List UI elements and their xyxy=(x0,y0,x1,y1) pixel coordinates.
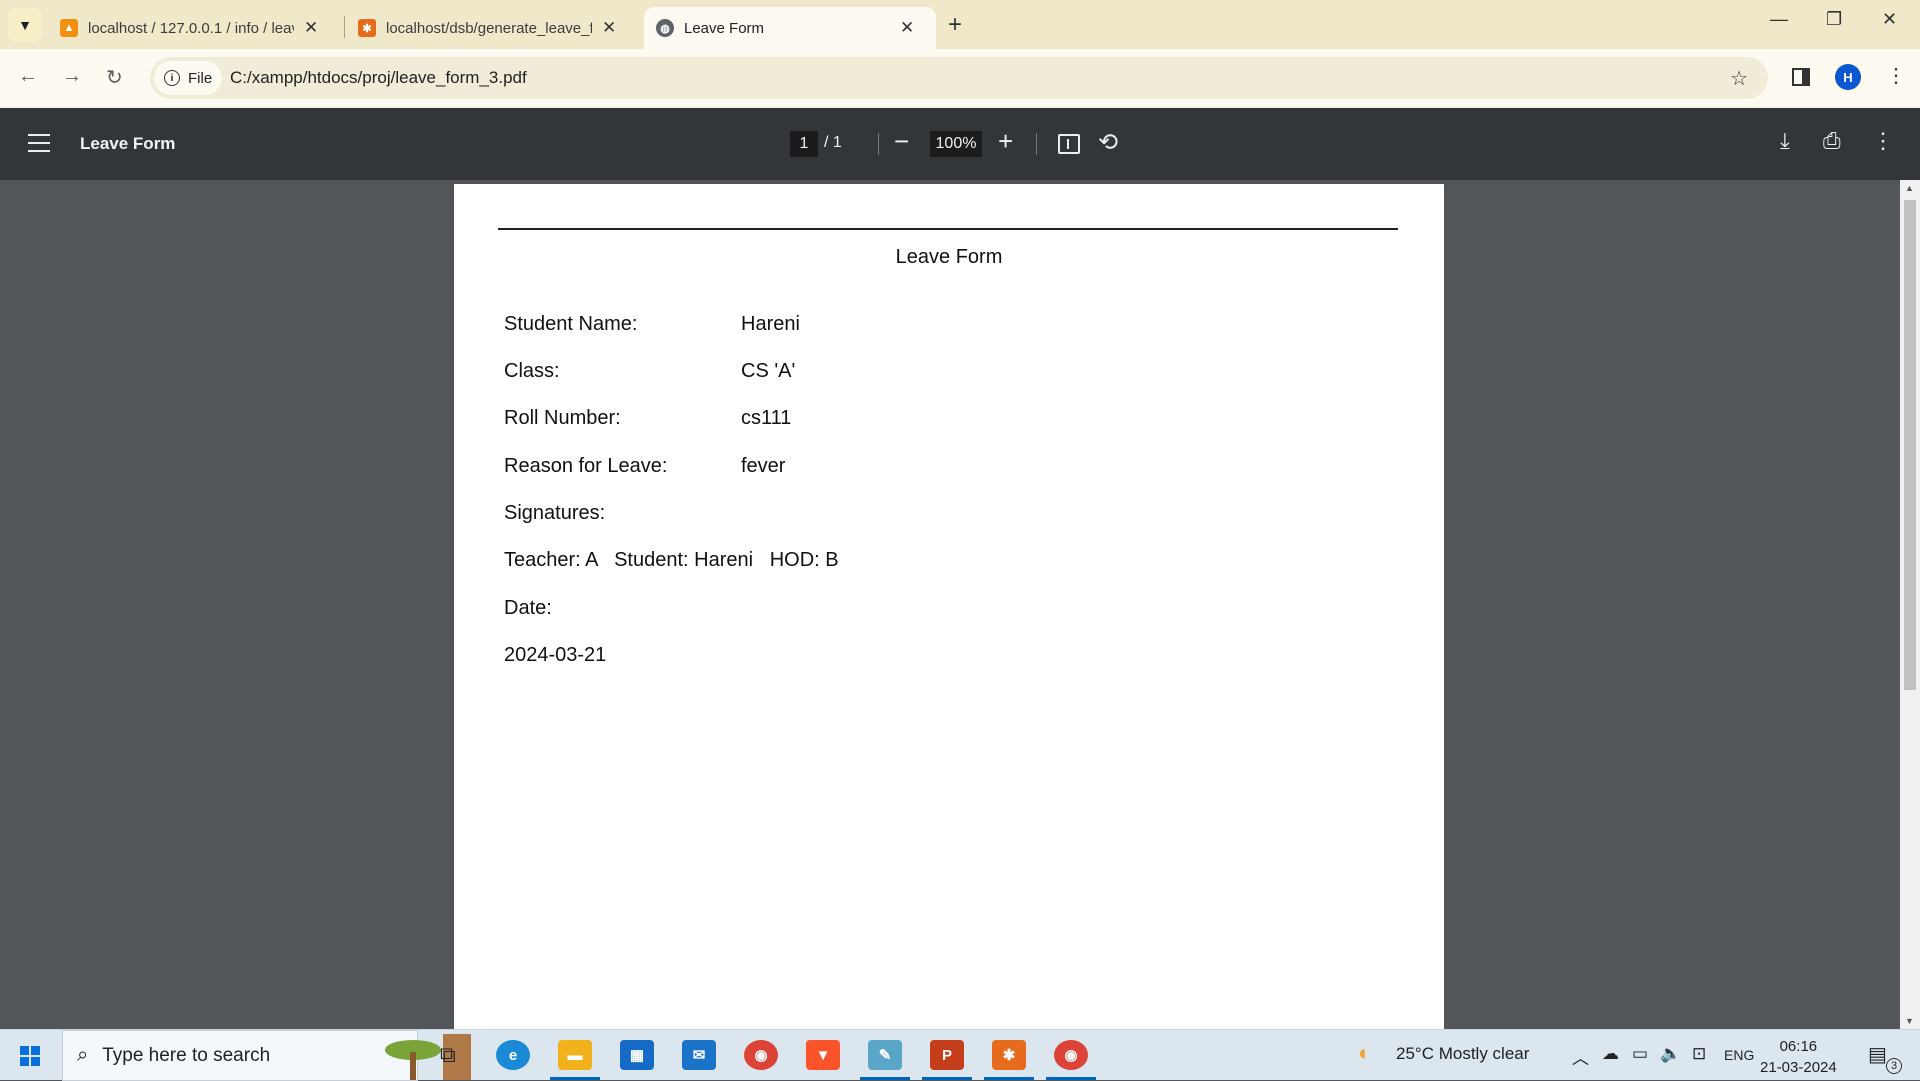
close-window-icon[interactable]: ✕ xyxy=(1882,9,1897,30)
field-value: fever xyxy=(741,455,786,477)
xampp-icon[interactable]: ✱ xyxy=(992,1040,1026,1070)
field-value: Hareni xyxy=(741,313,800,335)
reload-icon[interactable]: ↻ xyxy=(106,65,123,90)
field-label: Reason for Leave: xyxy=(504,455,668,477)
pdf-title: Leave Form xyxy=(80,134,176,153)
search-highlight-tree-icon xyxy=(385,1034,471,1080)
minimize-icon[interactable]: — xyxy=(1770,9,1788,30)
tab-separator xyxy=(344,16,345,38)
weather-text[interactable]: 25°C Mostly clear xyxy=(1396,1044,1529,1064)
rotate-icon[interactable]: ⟲ xyxy=(1098,128,1118,157)
scheme-label: File xyxy=(188,69,213,87)
more-options-icon[interactable]: ⋮ xyxy=(1872,128,1894,154)
header-rule xyxy=(498,228,1398,230)
search-icon: ⌕ xyxy=(77,1044,89,1066)
document-heading: Leave Form xyxy=(895,246,1003,268)
back-icon[interactable]: ← xyxy=(18,65,38,88)
browser-toolbar: ← → ↻ i File C:/xampp/htdocs/proj/leave_… xyxy=(0,49,1920,108)
forward-icon[interactable]: → xyxy=(62,65,82,88)
windows-start-icon[interactable] xyxy=(20,1046,40,1066)
brave-icon[interactable]: ▼ xyxy=(806,1040,840,1070)
info-icon: i xyxy=(164,70,180,86)
onedrive-icon[interactable]: ☁ xyxy=(1602,1044,1619,1064)
browser-menu-icon[interactable]: ⋮ xyxy=(1886,63,1906,88)
bookmark-star-icon[interactable]: ☆ xyxy=(1730,66,1748,91)
clock-date: 21-03-2024 xyxy=(1760,1059,1837,1076)
tab-title: localhost/dsb/generate_leave_form xyxy=(386,19,592,37)
field-value: CS 'A' xyxy=(741,360,796,382)
system-clock[interactable]: 06:16 21-03-2024 xyxy=(1760,1036,1837,1078)
zoom-out-icon[interactable]: − xyxy=(894,126,909,157)
field-label: Class: xyxy=(504,360,560,382)
globe-icon: ◍ xyxy=(656,19,674,37)
chrome-icon[interactable]: ◉ xyxy=(744,1040,778,1070)
url-text[interactable]: C:/xampp/htdocs/proj/leave_form_3.pdf xyxy=(230,68,527,88)
weather-moon-icon: ◐ xyxy=(1358,1040,1372,1065)
date-label: Date: xyxy=(504,597,552,619)
close-tab-icon[interactable]: ✕ xyxy=(900,18,914,38)
chrome-profile-icon[interactable]: ◉ xyxy=(1054,1040,1088,1070)
date-value: 2024-03-21 xyxy=(504,644,607,666)
volume-icon[interactable]: 🔈 xyxy=(1660,1044,1681,1064)
pdf-viewport: Leave Form Student Name: Hareni Class: C… xyxy=(0,180,1920,1029)
phpmyadmin-icon: ▲ xyxy=(60,19,78,37)
edge-icon[interactable]: e xyxy=(496,1040,530,1070)
new-tab-icon[interactable]: + xyxy=(948,11,962,39)
profile-avatar[interactable]: H xyxy=(1835,64,1861,90)
browser-tab-strip: ▼ ▲ localhost / 127.0.0.1 / info / leave… xyxy=(0,0,1920,49)
signatures-label: Signatures: xyxy=(504,502,606,524)
restore-icon[interactable]: ❐ xyxy=(1826,9,1842,30)
file-explorer-icon[interactable]: ▬ xyxy=(558,1040,592,1070)
zoom-input[interactable]: 100% xyxy=(930,131,982,157)
download-icon[interactable]: ⤓ xyxy=(1780,128,1790,154)
side-panel-icon[interactable] xyxy=(1792,68,1810,86)
windows-taskbar: ⌕ Type here to search ⧉ e ▬ ▦ ✉ ◉ ▼ ✎ P … xyxy=(0,1029,1920,1081)
search-placeholder: Type here to search xyxy=(102,1044,271,1066)
scroll-down-icon[interactable]: ▼ xyxy=(1905,1016,1914,1026)
close-tab-icon[interactable]: ✕ xyxy=(602,18,616,38)
sidebar-menu-icon[interactable] xyxy=(28,134,50,152)
language-indicator[interactable]: ENG xyxy=(1724,1047,1754,1063)
mail-icon[interactable]: ✉ xyxy=(682,1040,716,1070)
tab-phpmyadmin[interactable]: ▲ localhost / 127.0.0.1 / info / leave ✕ xyxy=(48,7,344,49)
print-icon[interactable]: ⎙ xyxy=(1823,128,1841,154)
divider xyxy=(1036,133,1037,155)
site-info-chip[interactable]: i File xyxy=(154,61,223,95)
field-label: Roll Number: xyxy=(504,407,621,429)
close-tab-icon[interactable]: ✕ xyxy=(304,18,318,38)
tab-search-chevron-icon[interactable]: ▼ xyxy=(8,8,42,42)
powerpoint-icon[interactable]: P xyxy=(930,1040,964,1070)
address-bar[interactable]: i File C:/xampp/htdocs/proj/leave_form_3… xyxy=(150,57,1768,99)
scroll-up-icon[interactable]: ▲ xyxy=(1905,183,1914,193)
notification-center-icon[interactable]: ▤ xyxy=(1868,1042,1887,1067)
tab-title: localhost / 127.0.0.1 / info / leave xyxy=(88,19,294,37)
vertical-scrollbar[interactable]: ▲ ▼ xyxy=(1900,180,1920,1029)
display-icon[interactable]: ⊡ xyxy=(1692,1044,1706,1064)
page-number-input[interactable]: 1 xyxy=(790,131,818,157)
pdf-page: Leave Form Student Name: Hareni Class: C… xyxy=(454,184,1444,1029)
field-label: Student Name: xyxy=(504,313,638,335)
task-view-icon[interactable]: ⧉ xyxy=(440,1042,456,1068)
signatures-line: Teacher: A Student: Hareni HOD: B xyxy=(504,549,839,571)
clock-time: 06:16 xyxy=(1779,1038,1818,1055)
microsoft-store-icon[interactable]: ▦ xyxy=(620,1040,654,1070)
notepad-icon[interactable]: ✎ xyxy=(868,1040,902,1070)
divider xyxy=(878,133,879,155)
page-total: / 1 xyxy=(824,134,842,151)
battery-icon[interactable]: ▭ xyxy=(1632,1044,1648,1064)
zoom-in-icon[interactable]: + xyxy=(998,126,1013,157)
field-value: cs111 xyxy=(741,407,792,429)
notification-count: 3 xyxy=(1886,1058,1902,1074)
pdf-toolbar: Leave Form 1 / 1 − 100% + ⟲ ⤓ ⎙ ⋮ xyxy=(0,108,1920,180)
tab-leave-form[interactable]: ◍ Leave Form ✕ xyxy=(644,7,936,49)
fit-to-page-icon[interactable] xyxy=(1058,134,1080,154)
show-hidden-icons-icon[interactable]: ︿ xyxy=(1572,1044,1589,1069)
tab-generate-leave-form[interactable]: ✱ localhost/dsb/generate_leave_form ✕ xyxy=(346,7,642,49)
scrollbar-thumb[interactable] xyxy=(1904,200,1916,690)
taskbar-search-box[interactable]: ⌕ Type here to search xyxy=(62,1030,471,1081)
tab-title: Leave Form xyxy=(684,19,765,37)
xampp-icon: ✱ xyxy=(358,19,376,37)
